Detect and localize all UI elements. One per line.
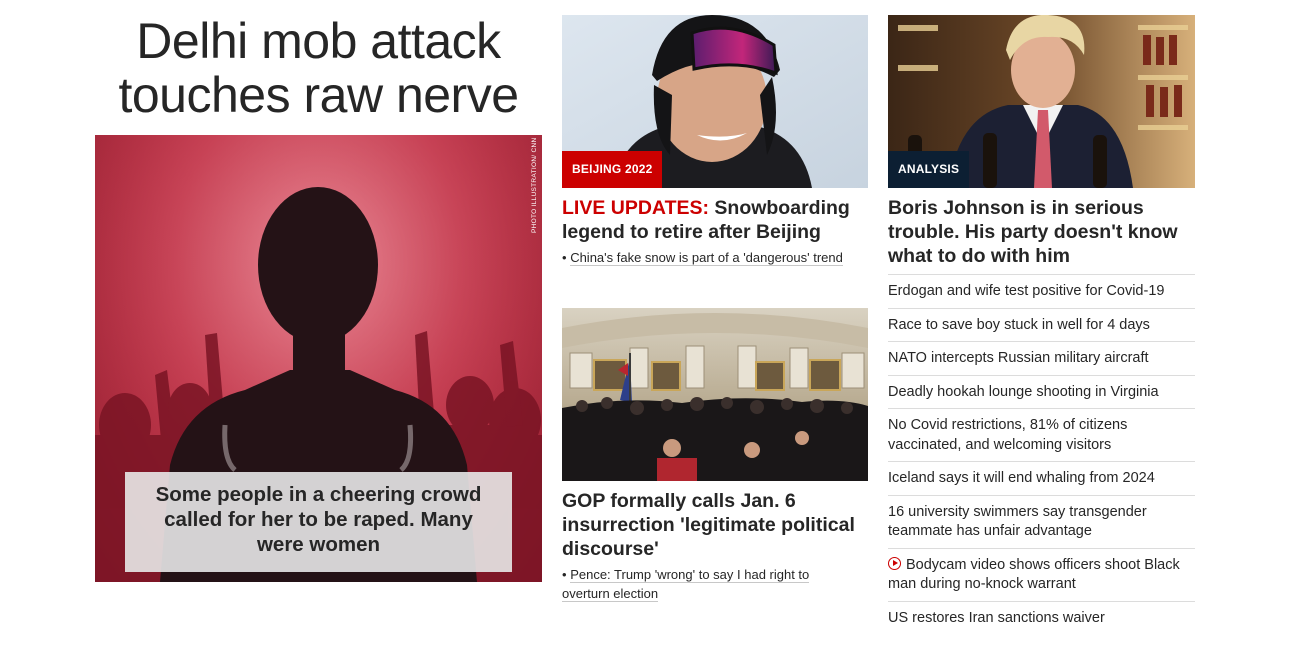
video-play-icon	[888, 556, 901, 570]
headline-link[interactable]: NATO intercepts Russian military aircraf…	[888, 350, 1149, 366]
category-badge[interactable]: ANALYSIS	[888, 151, 970, 188]
hero-image[interactable]: PHOTO ILLUSTRATION/ CNN Some people in a…	[95, 135, 542, 582]
headline-link[interactable]: Race to save boy stuck in well for 4 day…	[888, 317, 1150, 333]
boris-johnson-image[interactable]: ANALYSIS	[888, 15, 1195, 188]
story-title[interactable]: LIVE UPDATES: Snowboarding legend to ret…	[562, 196, 868, 244]
headline-item[interactable]: No Covid restrictions, 81% of citizens v…	[888, 408, 1195, 461]
photo-credit: PHOTO ILLUSTRATION/ CNN	[531, 137, 538, 233]
headline-item[interactable]: Deadly hookah lounge shooting in Virgini…	[888, 374, 1195, 409]
headline-link[interactable]: Deadly hookah lounge shooting in Virgini…	[888, 384, 1159, 400]
related-link-text[interactable]: Pence: Trump 'wrong' to say I had right …	[562, 567, 810, 602]
story-headline[interactable]: Boris Johnson is in serious trouble. His…	[888, 196, 1188, 268]
headline-link[interactable]: Bodycam video shows officers shoot Black…	[888, 557, 1180, 593]
story-boris[interactable]: ANALYSIS Boris Johnson is in serious tro…	[888, 15, 1195, 274]
story-headline[interactable]: GOP formally calls Jan. 6 insurrection '…	[562, 489, 868, 561]
bullet: •	[562, 250, 567, 265]
headline-item[interactable]: Race to save boy stuck in well for 4 day…	[888, 307, 1195, 342]
hero-caption[interactable]: Some people in a cheering crowd called f…	[125, 472, 512, 572]
capitol-photo	[562, 308, 868, 481]
snowboarder-image[interactable]: BEIJING 2022	[562, 15, 868, 188]
headline-link[interactable]: Iceland says it will end whaling from 20…	[888, 470, 1155, 486]
headline-link[interactable]: No Covid restrictions, 81% of citizens v…	[888, 417, 1127, 453]
capitol-rotunda-image[interactable]	[562, 308, 868, 481]
hero-title-line1[interactable]: Delhi mob attack	[136, 13, 501, 69]
hero-story[interactable]: Delhi mob attack touches raw nerve PHOTO…	[95, 0, 542, 582]
headline-item[interactable]: Iceland says it will end whaling from 20…	[888, 461, 1195, 495]
story-snowboard[interactable]: BEIJING 2022 LIVE UPDATES: Snowboarding …	[562, 15, 868, 295]
story-gop[interactable]: GOP formally calls Jan. 6 insurrection '…	[562, 308, 868, 608]
headline-link[interactable]: US restores Iran sanctions waiver	[888, 610, 1105, 626]
related-link-text[interactable]: China's fake snow is part of a 'dangerou…	[570, 250, 843, 266]
category-badge[interactable]: BEIJING 2022	[562, 151, 663, 188]
related-link[interactable]: • China's fake snow is part of a 'danger…	[562, 248, 852, 267]
headline-item[interactable]: NATO intercepts Russian military aircraf…	[888, 341, 1195, 375]
hero-title-line2[interactable]: touches raw nerve	[118, 67, 519, 123]
headline-link[interactable]: Erdogan and wife test positive for Covid…	[888, 283, 1164, 299]
headline-item[interactable]: US restores Iran sanctions waiver	[888, 600, 1195, 635]
related-link[interactable]: • Pence: Trump 'wrong' to say I had righ…	[562, 565, 852, 603]
hero-title[interactable]: Delhi mob attack touches raw nerve	[95, 14, 542, 122]
live-updates-label: LIVE UPDATES:	[562, 197, 709, 219]
headline-item[interactable]: Bodycam video shows officers shoot Black…	[888, 547, 1195, 601]
headline-item[interactable]: 16 university swimmers say transgender t…	[888, 494, 1195, 548]
headline-item[interactable]: Erdogan and wife test positive for Covid…	[888, 274, 1195, 308]
headline-list: Erdogan and wife test positive for Covid…	[888, 274, 1195, 634]
bullet: •	[562, 567, 567, 582]
headline-link[interactable]: 16 university swimmers say transgender t…	[888, 504, 1147, 540]
